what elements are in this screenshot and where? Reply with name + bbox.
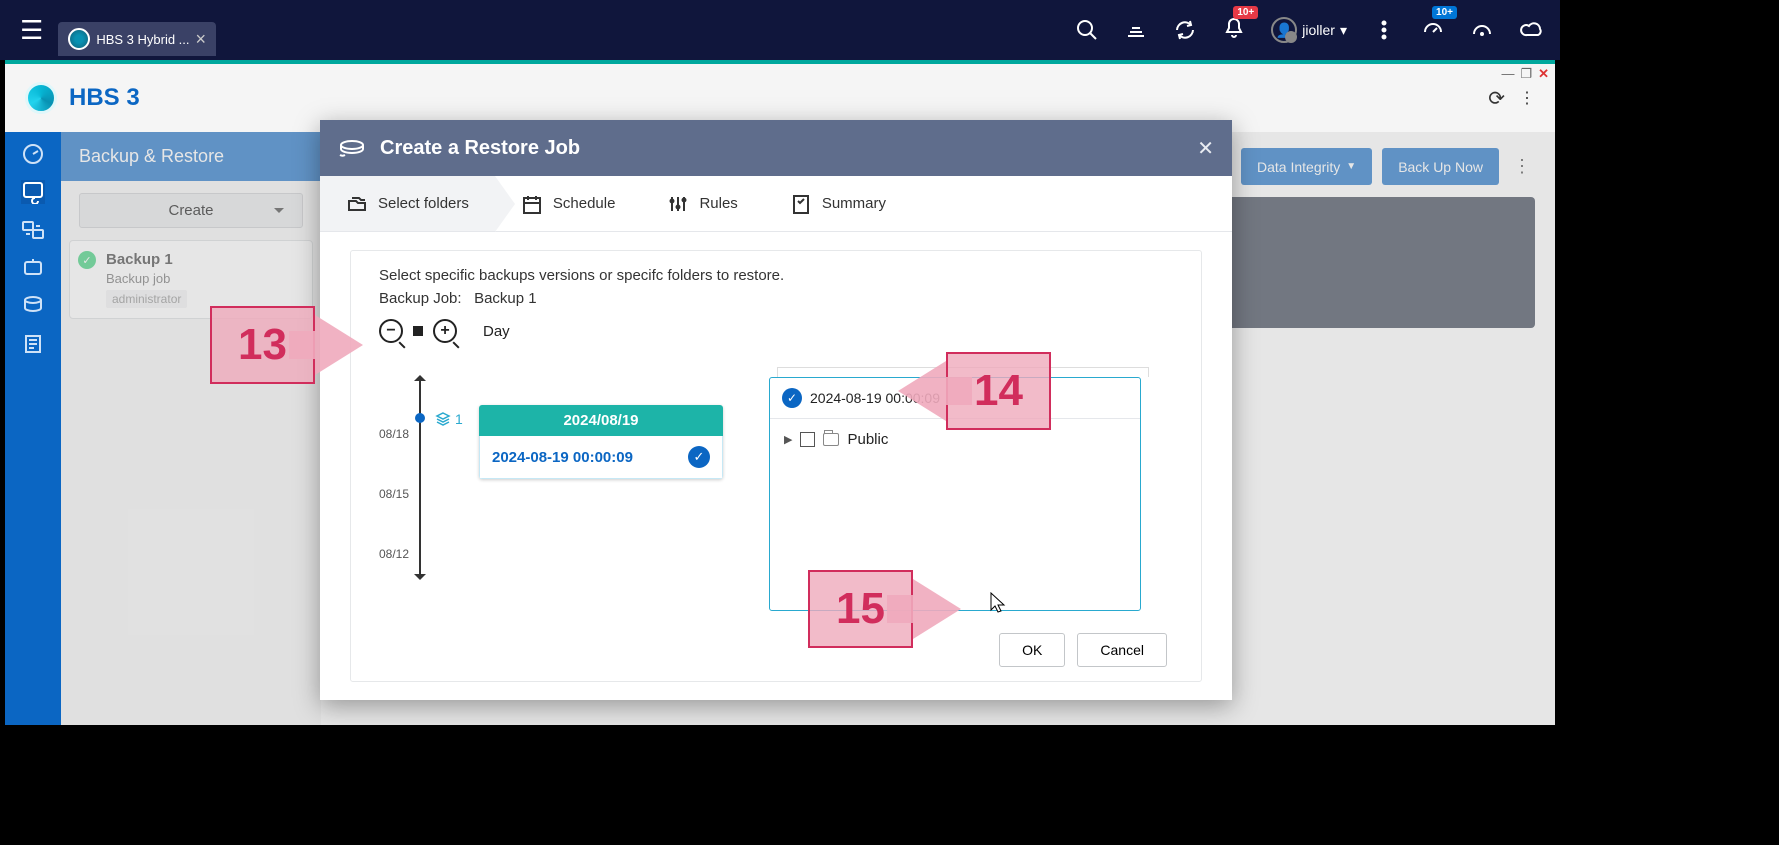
calendar-icon [521,193,543,215]
maximize-icon[interactable]: ❐ [1520,66,1532,82]
close-window-icon[interactable]: ✕ [1538,66,1549,82]
chevron-down-icon: ▾ [1340,22,1347,39]
summary-icon [790,193,812,215]
checkmark-icon: ✓ [782,388,802,408]
arrow-right-icon [913,579,961,639]
version-row[interactable]: 2024-08-19 00:00:09 ✓ [479,436,723,479]
zoom-controls: − + Day [379,319,1181,343]
cloud-icon[interactable] [1519,17,1545,43]
step-schedule[interactable]: Schedule [495,176,642,231]
arrow-right-icon [315,315,363,375]
logs-icon[interactable] [21,332,45,356]
restore-job-dialog: Create a Restore Job ✕ Select folders Sc… [320,120,1232,700]
avatar-icon: 👤 [1271,17,1297,43]
more-icon[interactable] [1372,18,1396,42]
timeline-down-arrow[interactable] [414,574,426,586]
timeline-tick: 08/18 [379,427,409,441]
external-icon[interactable] [21,256,45,280]
tab-title: HBS 3 Hybrid ... [96,32,189,47]
timeline-tick: 08/15 [379,487,409,501]
gauge2-icon[interactable] [1470,18,1494,42]
sidebar [5,132,61,725]
zoom-in-icon[interactable]: + [433,319,457,343]
version-date-header: 2024/08/19 [479,405,723,436]
folder-checkbox[interactable] [800,432,815,447]
version-card[interactable]: 2024/08/19 2024-08-19 00:00:09 ✓ [479,405,723,479]
step-select-folders[interactable]: Select folders [320,176,495,231]
wizard-steps: Select folders Schedule Rules Summary [320,176,1232,232]
annotation-13: 13 [210,306,363,384]
arrow-left-icon [898,361,946,421]
timeline-axis [419,379,421,579]
app-tab[interactable]: HBS 3 Hybrid ... × [58,22,216,56]
sync-icon[interactable] [1173,18,1197,42]
zoom-stop-icon[interactable] [413,326,423,336]
ok-button[interactable]: OK [999,633,1065,667]
close-icon[interactable]: × [196,29,207,50]
zoom-unit-label: Day [483,323,510,340]
folder-icon [823,433,839,446]
expand-icon[interactable]: ▶ [784,433,792,446]
user-menu[interactable]: 👤 jioller ▾ [1271,17,1347,43]
sync-jobs-icon[interactable] [21,218,45,242]
step-summary[interactable]: Summary [764,176,912,231]
app-title: HBS 3 [69,84,140,112]
gauge-icon [1421,16,1445,40]
hbs-icon [68,28,90,50]
backup-restore-icon[interactable] [21,180,45,204]
version-count: 1 [435,411,463,427]
username-label: jioller [1302,22,1335,38]
minimize-icon[interactable]: — [1501,66,1514,82]
bell-icon [1222,16,1246,40]
mouse-cursor-icon [990,592,1006,614]
annotation-15: 15 [808,570,961,648]
volume-icon[interactable] [1124,18,1148,42]
timeline-point[interactable] [415,413,425,423]
dashboard-button[interactable]: 10+ [1421,16,1445,45]
main-menu-button[interactable]: ☰ [15,10,48,51]
refresh-icon[interactable]: ⟳ [1488,86,1505,111]
app-logo-icon [25,82,57,114]
notifications-button[interactable]: 10+ [1222,16,1246,45]
restore-icon [338,137,366,159]
os-taskbar: ☰ HBS 3 Hybrid ... × 10+ 👤 jioller ▾ 10+ [0,0,1560,60]
dialog-title: Create a Restore Job [380,137,580,160]
cancel-button[interactable]: Cancel [1077,633,1167,667]
storage-icon[interactable] [21,294,45,318]
timeline-tick: 08/12 [379,547,409,561]
layers-icon [435,411,451,427]
annotation-14: 14 [898,352,1051,430]
select-folders-pane: Select specific backups versions or spec… [350,250,1202,682]
folders-icon [346,193,368,215]
dashboard-badge: 10+ [1432,6,1457,19]
notification-badge: 10+ [1233,6,1258,19]
step-rules[interactable]: Rules [641,176,763,231]
app-more-icon[interactable]: ⋮ [1519,88,1535,108]
checkmark-icon: ✓ [688,446,710,468]
dialog-header: Create a Restore Job ✕ [320,120,1232,176]
folder-name: Public [847,431,888,448]
search-icon[interactable] [1075,18,1099,42]
backup-job-line: Backup Job: Backup 1 [379,290,1181,307]
overview-icon[interactable] [21,142,45,166]
taskbar-right: 10+ 👤 jioller ▾ 10+ [1075,16,1545,45]
window-controls: — ❐ ✕ [1501,66,1549,82]
pane-description: Select specific backups versions or spec… [379,267,1181,284]
dialog-close-icon[interactable]: ✕ [1197,136,1214,161]
sliders-icon [667,193,689,215]
folder-tree-item[interactable]: ▶ Public [784,431,1126,448]
zoom-out-icon[interactable]: − [379,319,403,343]
version-timestamp: 2024-08-19 00:00:09 [492,449,688,466]
